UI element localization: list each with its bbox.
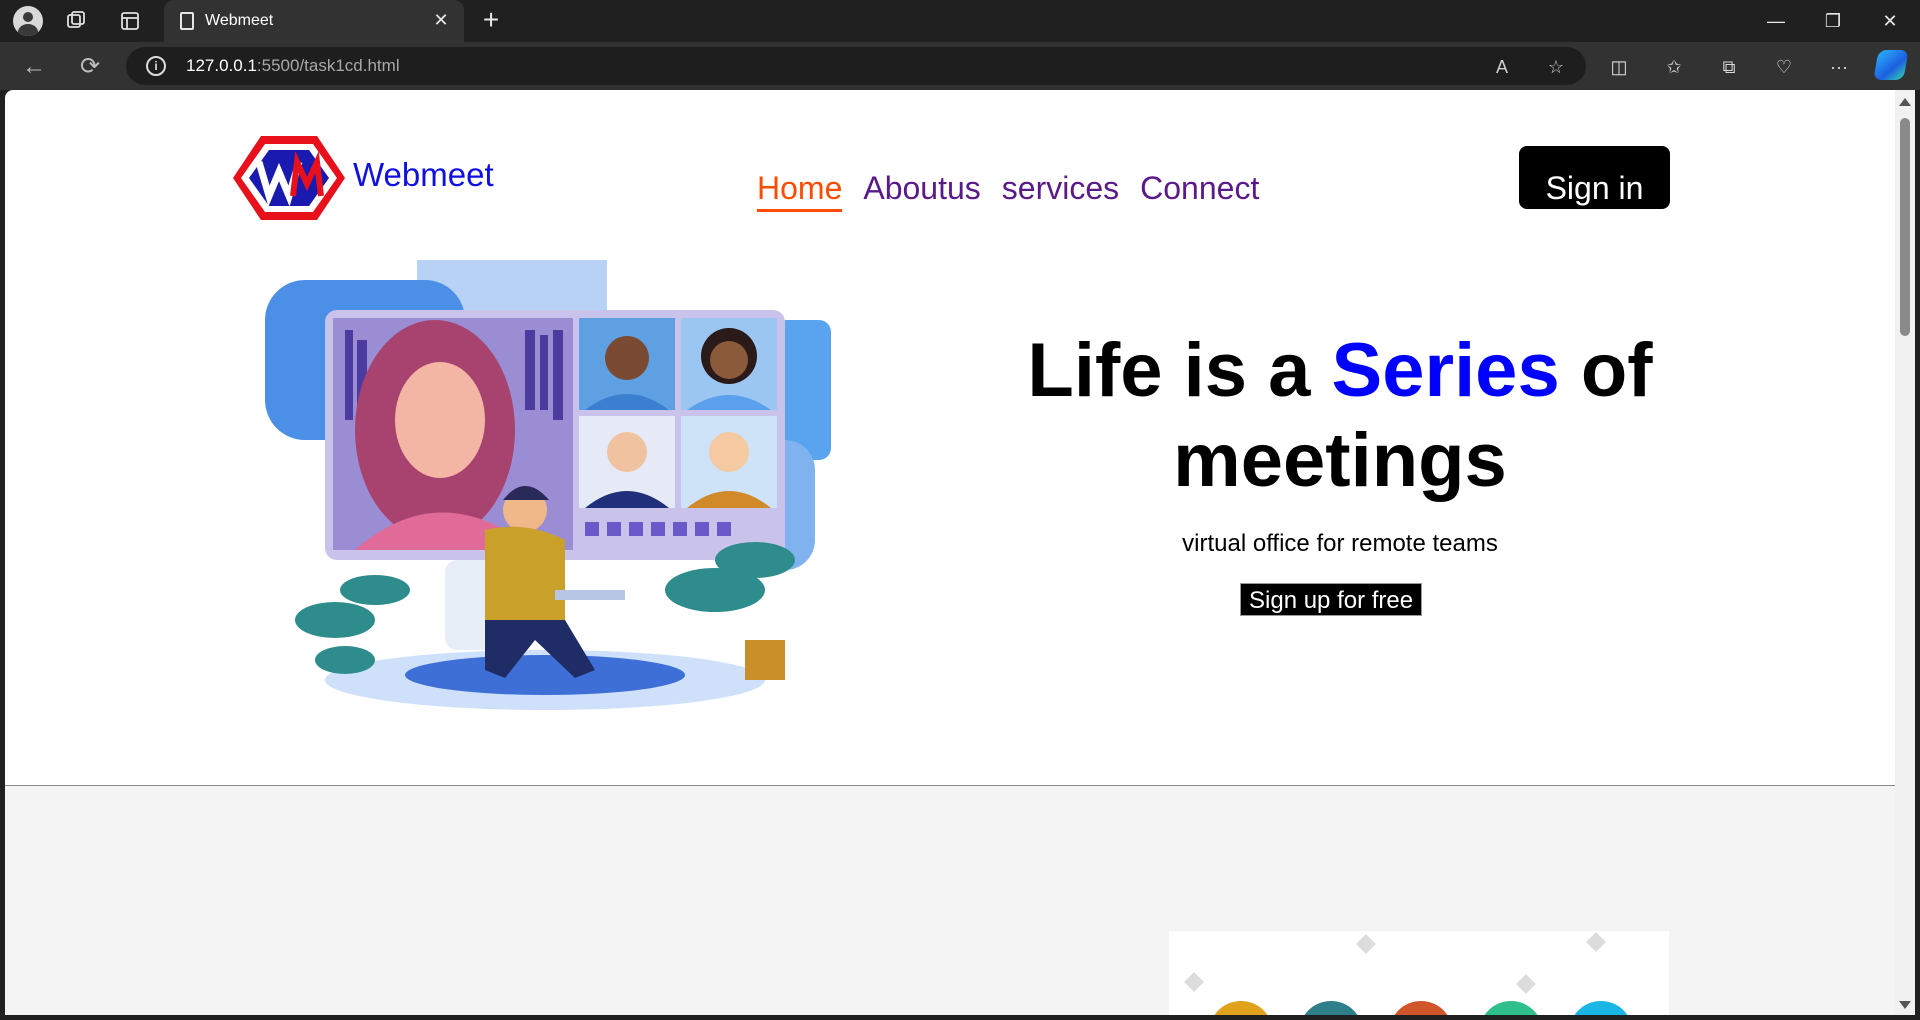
hero-subtitle: virtual office for remote teams (1182, 530, 1498, 557)
split-screen-icon[interactable]: ◫ (1603, 52, 1635, 82)
nav-aboutus-link[interactable]: Aboutus (863, 170, 980, 212)
favorite-star-icon[interactable]: ☆ (1544, 55, 1568, 79)
hero-heading: Life is a Series of meetings (980, 326, 1700, 506)
scroll-down-arrow-icon[interactable] (1899, 1001, 1911, 1009)
scroll-up-arrow-icon[interactable] (1899, 98, 1911, 106)
page-scrollbar[interactable] (1895, 90, 1915, 1015)
hero-title-part1: Life is a (1027, 328, 1332, 413)
favorites-icon[interactable]: ✩ (1658, 52, 1690, 82)
features-image (1169, 931, 1669, 1015)
main-nav: Home Aboutus services Connect (757, 170, 1259, 212)
scroll-thumb[interactable] (1900, 118, 1910, 336)
hero-title-highlight: Series (1331, 328, 1560, 413)
video-meeting-illustration (265, 260, 831, 710)
back-arrow-icon[interactable]: ← (16, 50, 52, 84)
more-menu-icon[interactable]: ··· (1823, 52, 1855, 82)
copilot-icon[interactable] (1873, 50, 1909, 80)
url-text[interactable]: 127.0.0.1:5500/task1cd.html (186, 56, 400, 76)
active-tab[interactable]: Webmeet ✕ (164, 0, 464, 42)
nav-home-link[interactable]: Home (757, 170, 843, 212)
refresh-icon[interactable]: ⟳ (72, 50, 108, 84)
browser-toolbar: ← ⟳ i 127.0.0.1:5500/task1cd.html A ☆ ◫ … (0, 42, 1920, 90)
browser-tab-bar: Webmeet ✕ + — ❐ ✕ (0, 0, 1920, 42)
minimize-icon[interactable]: — (1748, 0, 1804, 42)
nav-connect-link[interactable]: Connect (1140, 170, 1259, 212)
tab-title: Webmeet (205, 12, 274, 29)
profile-avatar-icon[interactable] (8, 6, 48, 36)
url-host: 127.0.0.1 (186, 56, 257, 75)
nav-services-link[interactable]: services (1002, 170, 1119, 212)
collections-icon[interactable]: ⧉ (1713, 52, 1745, 82)
read-aloud-icon[interactable]: A (1490, 55, 1514, 79)
page-viewport: Webmeet Home Aboutus services Connect Si… (5, 90, 1895, 1015)
new-tab-button[interactable]: + (476, 6, 506, 36)
webmeet-logo-icon (233, 136, 345, 220)
browser-essentials-icon[interactable]: ♡ (1768, 52, 1800, 82)
address-bar[interactable]: i 127.0.0.1:5500/task1cd.html A ☆ (126, 47, 1586, 85)
sign-in-button[interactable]: Sign in (1519, 146, 1670, 209)
site-info-icon[interactable]: i (146, 56, 166, 76)
url-path: :5500/task1cd.html (256, 56, 400, 75)
tab-actions-icon[interactable] (110, 7, 150, 35)
workspaces-icon[interactable] (56, 7, 96, 35)
window-close-icon[interactable]: ✕ (1862, 0, 1918, 42)
page-icon (180, 12, 194, 30)
close-tab-icon[interactable]: ✕ (430, 9, 452, 31)
restore-icon[interactable]: ❐ (1805, 0, 1861, 42)
brand-name[interactable]: Webmeet (353, 156, 494, 194)
signup-button[interactable]: Sign up for free (1240, 583, 1423, 616)
